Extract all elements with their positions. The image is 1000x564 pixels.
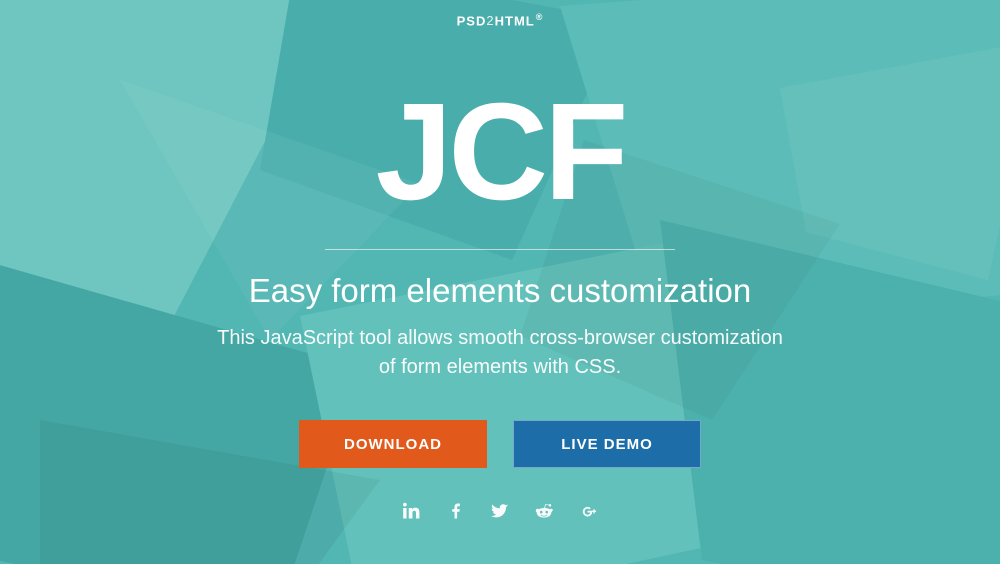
social-row — [403, 502, 597, 520]
brand-post: HTML — [495, 13, 535, 28]
facebook-icon[interactable] — [447, 502, 465, 520]
linkedin-icon[interactable] — [403, 502, 421, 520]
brand-mid: 2 — [486, 13, 494, 28]
googleplus-icon[interactable] — [579, 502, 597, 520]
reddit-icon[interactable] — [535, 502, 553, 520]
hero-title: JCF — [376, 83, 625, 221]
brand-logo[interactable]: PSD2HTML® — [457, 12, 544, 28]
hero-description: This JavaScript tool allows smooth cross… — [210, 324, 790, 382]
hero-section: PSD2HTML® JCF Easy form elements customi… — [0, 0, 1000, 564]
brand-reg: ® — [536, 12, 544, 22]
hero-tagline: Easy form elements customization — [249, 272, 752, 310]
button-row: DOWNLOAD LIVE DEMO — [299, 420, 701, 468]
live-demo-button[interactable]: LIVE DEMO — [513, 420, 701, 468]
twitter-icon[interactable] — [491, 502, 509, 520]
download-button[interactable]: DOWNLOAD — [299, 420, 487, 468]
title-divider — [325, 249, 675, 250]
brand-pre: PSD — [457, 13, 487, 28]
